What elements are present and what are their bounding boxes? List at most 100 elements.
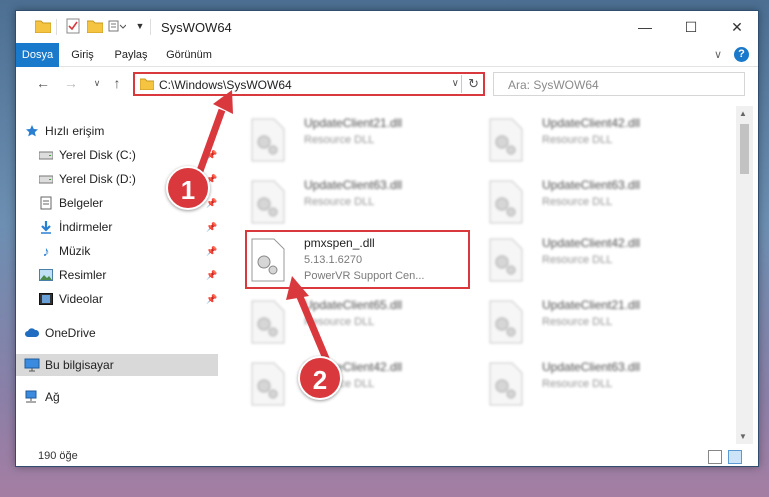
navigation-pane: Hızlı erişim Yerel Disk (C:) 📌 Yerel Dis… xyxy=(16,106,220,444)
nav-label: Bu bilgisayar xyxy=(45,358,114,372)
file-name: UpdateClient21.dll xyxy=(304,116,403,130)
nav-label: Belgeler xyxy=(59,196,104,210)
file-item[interactable]: UpdateClient42.dll Resource DLL xyxy=(486,234,716,294)
file-name: UpdateClient42.dll xyxy=(542,116,641,130)
file-type: Resource DLL xyxy=(304,316,375,328)
tab-share[interactable]: Paylaş xyxy=(106,43,156,67)
file-item[interactable]: UpdateClient42.dll Resource DLL xyxy=(486,114,716,174)
file-type: Resource DLL xyxy=(304,196,375,208)
address-path[interactable]: C:\Windows\SysWOW64 xyxy=(159,78,292,92)
selected-file-highlight xyxy=(245,230,470,289)
file-item[interactable]: UpdateClient65.dll Resource DLL xyxy=(248,296,478,356)
tab-view[interactable]: Görünüm xyxy=(156,43,222,67)
file-item[interactable]: UpdateClient63.dll Resource DLL xyxy=(248,176,478,236)
nav-label: Müzik xyxy=(59,244,91,258)
vertical-scrollbar[interactable]: ▲ ▼ xyxy=(736,106,753,444)
file-item[interactable]: UpdateClient21.dll Resource DLL xyxy=(486,296,716,356)
nav-label: Videolar xyxy=(59,292,103,306)
file-item[interactable]: UpdateClient63.dll Resource DLL xyxy=(486,358,716,418)
cloud-icon xyxy=(24,325,40,341)
file-type: Resource DLL xyxy=(542,316,613,328)
details-view-icon[interactable] xyxy=(708,450,722,464)
nav-item-local-disk-c[interactable]: Yerel Disk (C:) 📌 xyxy=(16,144,218,166)
file-item[interactable]: UpdateClient21.dll Resource DLL xyxy=(248,114,478,174)
divider xyxy=(150,19,151,35)
chevron-down-icon[interactable]: ∨ xyxy=(452,78,459,89)
nav-item-videos[interactable]: Videolar 📌 xyxy=(16,288,218,310)
file-item[interactable]: UpdateClient63.dll Resource DLL xyxy=(486,176,716,236)
search-input[interactable]: Ara: SysWOW64 xyxy=(493,72,745,96)
recent-locations-icon[interactable]: ∨ xyxy=(88,74,106,92)
help-icon[interactable]: ? xyxy=(734,47,749,62)
dll-file-icon xyxy=(488,362,528,408)
nav-network[interactable]: Ağ xyxy=(16,386,218,408)
dll-file-icon xyxy=(488,300,528,346)
nav-label: Resimler xyxy=(59,268,107,282)
close-button[interactable]: ✕ xyxy=(714,11,760,43)
nav-label: Yerel Disk (D:) xyxy=(59,172,136,186)
file-item[interactable]: UpdateClient42.dll Resource DLL xyxy=(248,358,478,418)
nav-item-downloads[interactable]: İndirmeler 📌 xyxy=(16,216,218,238)
documents-icon xyxy=(38,195,54,211)
nav-label: İndirmeler xyxy=(59,220,113,234)
item-count: 190 öğe xyxy=(38,450,78,462)
nav-label: Hızlı erişim xyxy=(45,124,105,138)
scroll-up-icon[interactable]: ▲ xyxy=(739,109,747,118)
expand-ribbon-icon[interactable]: ∨ xyxy=(714,48,722,61)
dll-file-icon xyxy=(488,118,528,164)
properties-icon[interactable] xyxy=(64,17,82,35)
scroll-down-icon[interactable]: ▼ xyxy=(739,432,747,441)
up-arrow-icon[interactable]: ↑ xyxy=(108,74,126,92)
nav-label: Ağ xyxy=(45,390,60,404)
dll-file-icon xyxy=(488,238,528,284)
divider xyxy=(56,19,57,35)
divider xyxy=(461,75,462,93)
nav-label: Yerel Disk (C:) xyxy=(59,148,136,162)
step-1-badge: 1 xyxy=(166,166,210,210)
tab-file[interactable]: Dosya xyxy=(16,43,59,67)
network-icon xyxy=(24,389,40,405)
file-type: Resource DLL xyxy=(542,134,613,146)
maximize-button[interactable]: ☐ xyxy=(668,11,714,43)
pin-icon: 📌 xyxy=(206,293,218,304)
file-type: Resource DLL xyxy=(304,134,375,146)
dll-file-icon xyxy=(250,180,290,226)
pin-icon: 📌 xyxy=(206,269,218,280)
address-bar[interactable]: C:\Windows\SysWOW64 ∨ ↻ xyxy=(133,72,485,96)
large-icons-view-icon[interactable] xyxy=(728,450,742,464)
file-name: UpdateClient63.dll xyxy=(542,360,641,374)
new-folder-icon[interactable] xyxy=(86,17,104,35)
dropdown-arrow-icon[interactable]: ▼ xyxy=(131,17,149,35)
ribbon-tabs: Dosya Giriş Paylaş Görünüm ∨ ? xyxy=(16,43,758,67)
minimize-button[interactable]: — xyxy=(622,11,668,43)
drive-icon xyxy=(38,171,54,187)
window-title: SysWOW64 xyxy=(161,20,232,35)
nav-item-music[interactable]: ♪ Müzik 📌 xyxy=(16,240,218,262)
nav-item-pictures[interactable]: Resimler 📌 xyxy=(16,264,218,286)
nav-quick-access[interactable]: Hızlı erişim xyxy=(16,120,218,142)
search-placeholder: Ara: SysWOW64 xyxy=(508,78,599,92)
customize-toolbar-icon[interactable] xyxy=(108,17,126,35)
file-name: UpdateClient65.dll xyxy=(304,298,403,312)
dll-file-icon xyxy=(250,118,290,164)
tab-home[interactable]: Giriş xyxy=(59,43,106,67)
pictures-icon xyxy=(38,267,54,283)
scrollbar-thumb[interactable] xyxy=(740,124,749,174)
nav-label: OneDrive xyxy=(45,326,96,340)
file-name: UpdateClient63.dll xyxy=(304,178,403,192)
nav-this-pc[interactable]: Bu bilgisayar xyxy=(16,354,218,376)
folder-icon xyxy=(139,78,155,93)
file-name: UpdateClient63.dll xyxy=(542,178,641,192)
computer-icon xyxy=(24,357,40,373)
explorer-window: ▼ SysWOW64 — ☐ ✕ Dosya Giriş Paylaş Görü… xyxy=(15,10,759,467)
nav-onedrive[interactable]: OneDrive xyxy=(16,322,218,344)
pin-icon: 📌 xyxy=(206,197,218,208)
title-bar: ▼ SysWOW64 — ☐ ✕ xyxy=(16,11,758,43)
drive-icon xyxy=(38,147,54,163)
back-arrow-icon[interactable]: ← xyxy=(34,74,52,92)
videos-icon xyxy=(38,291,54,307)
refresh-icon[interactable]: ↻ xyxy=(468,76,479,92)
file-name: UpdateClient21.dll xyxy=(542,298,641,312)
forward-arrow-icon[interactable]: → xyxy=(62,74,80,92)
star-icon xyxy=(24,123,40,139)
